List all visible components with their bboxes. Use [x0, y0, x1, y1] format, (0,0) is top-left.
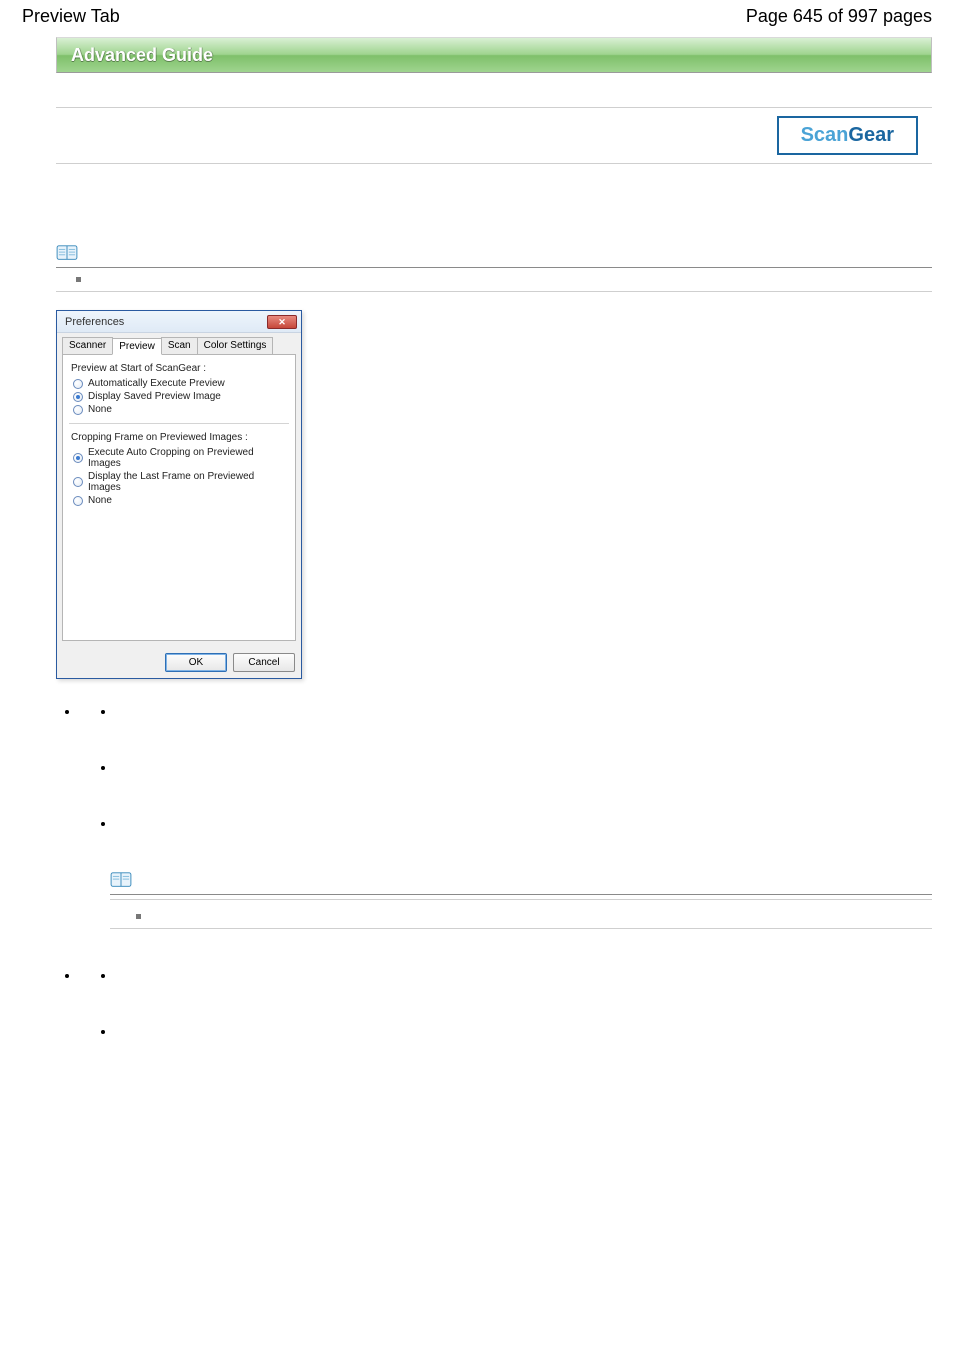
radio-display-saved[interactable] [73, 392, 83, 402]
advanced-guide-title: Advanced Guide [71, 45, 213, 66]
scangear-part1: Scan [801, 124, 849, 146]
book-icon [110, 871, 132, 892]
content-list [56, 703, 932, 1039]
group-divider [69, 423, 289, 424]
list-item [116, 703, 932, 719]
square-bullet-icon [136, 914, 141, 919]
group1-title: Preview at Start of ScanGear : [71, 363, 287, 374]
page-counter: Page 645 of 997 pages [746, 6, 932, 27]
list-item [116, 1023, 932, 1039]
advanced-guide-banner: Advanced Guide [56, 37, 932, 73]
list-item [116, 815, 932, 831]
opt-label: None [88, 495, 112, 506]
radio-none-1[interactable] [73, 405, 83, 415]
section-sub [56, 268, 932, 292]
list-item [116, 967, 932, 983]
page-title-left: Preview Tab [22, 6, 120, 27]
ok-button[interactable]: OK [165, 653, 227, 672]
tab-scan[interactable]: Scan [161, 337, 198, 354]
radio-none-2[interactable] [73, 496, 83, 506]
dialog-tabs: Scanner Preview Scan Color Settings [62, 337, 296, 355]
list-item [80, 967, 932, 1039]
tab-scanner[interactable]: Scanner [62, 337, 113, 354]
cancel-button[interactable]: Cancel [233, 653, 295, 672]
radio-last-frame[interactable] [73, 477, 83, 487]
opt-label: Display Saved Preview Image [88, 391, 221, 402]
close-button[interactable]: ✕ [267, 315, 297, 329]
radio-auto-crop[interactable] [73, 453, 83, 463]
group2-title: Cropping Frame on Previewed Images : [71, 432, 287, 443]
list-item [116, 759, 932, 775]
dialog-title: Preferences [65, 316, 124, 328]
opt-label: Automatically Execute Preview [88, 378, 225, 389]
preferences-dialog: Preferences ✕ Scanner Preview Scan Color… [56, 310, 302, 679]
note-sub [110, 899, 932, 929]
tab-color-settings[interactable]: Color Settings [197, 337, 274, 354]
opt-label: None [88, 404, 112, 415]
scangear-part2: Gear [848, 124, 894, 146]
scangear-badge: ScanGear [777, 116, 918, 155]
list-item [80, 703, 932, 929]
divider [56, 163, 932, 164]
book-icon [56, 244, 78, 265]
opt-label: Display the Last Frame on Previewed Imag… [88, 471, 287, 493]
tab-preview[interactable]: Preview [112, 338, 162, 355]
opt-label: Execute Auto Cropping on Previewed Image… [88, 447, 287, 469]
radio-auto-preview[interactable] [73, 379, 83, 389]
square-bullet-icon [76, 277, 81, 282]
